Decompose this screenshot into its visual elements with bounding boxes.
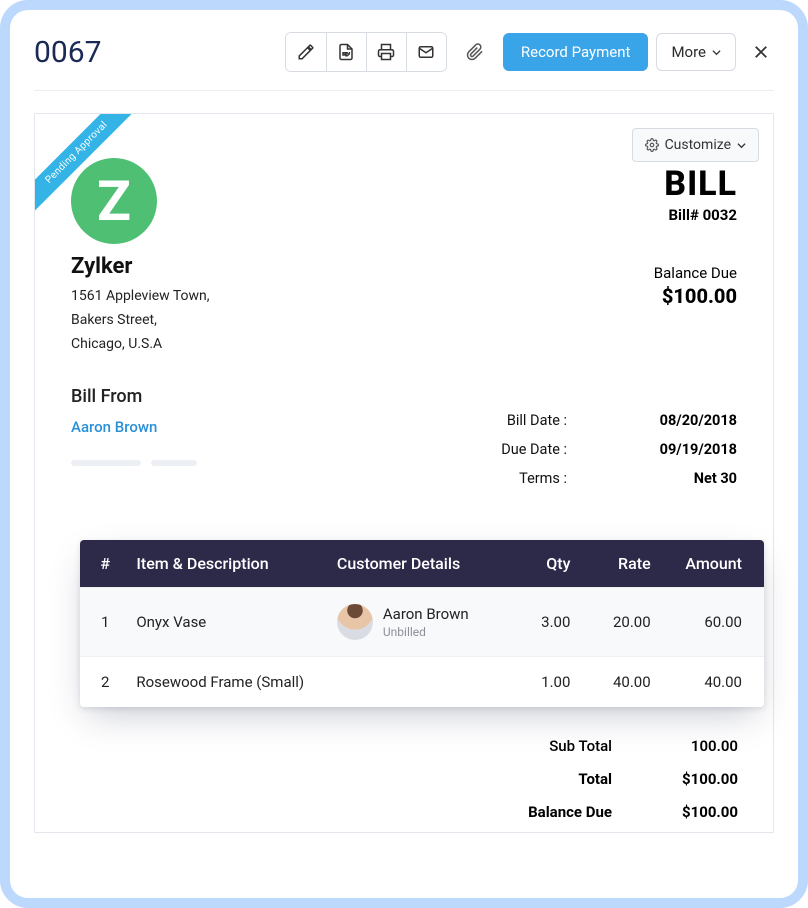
bill-from-heading: Bill From: [71, 386, 197, 407]
caret-down-icon: [712, 48, 721, 57]
col-amount: Amount: [663, 540, 764, 588]
gear-icon: [645, 138, 659, 152]
company-block: Z Zylker 1561 Appleview Town, Bakers Str…: [71, 158, 210, 356]
subtotal-value: 100.00: [648, 730, 738, 763]
edit-button[interactable]: [286, 33, 326, 71]
total-label: Total: [492, 763, 612, 796]
address-line: 1561 Appleview Town,: [71, 285, 210, 309]
page-title: 0067: [34, 35, 101, 70]
balance-due-value: $100.00: [648, 796, 738, 829]
close-icon: [752, 43, 770, 61]
placeholder-lines: [71, 460, 197, 466]
cell-customer: [325, 657, 515, 708]
bill-dates: Bill Date : 08/20/2018 Due Date : 09/19/…: [477, 386, 737, 493]
record-payment-button[interactable]: Record Payment: [503, 33, 649, 71]
cell-qty: 1.00: [515, 657, 583, 708]
company-logo: Z: [71, 158, 157, 244]
col-qty: Qty: [515, 540, 583, 588]
table-row[interactable]: 2 Rosewood Frame (Small) 1.00 40.00 40.0…: [80, 657, 764, 708]
customer-status: Unbilled: [383, 625, 469, 639]
company-name: Zylker: [71, 254, 210, 279]
terms-value: Net 30: [627, 464, 737, 493]
cell-item: Onyx Vase: [124, 588, 325, 657]
vendor-link[interactable]: Aaron Brown: [71, 418, 157, 436]
total-value: $100.00: [648, 763, 738, 796]
app-window: 0067: [0, 0, 808, 908]
totals-block: Sub Total 100.00 Total $100.00 Balance D…: [492, 730, 738, 829]
more-label: More: [671, 43, 706, 61]
items-table: # Item & Description Customer Details Qt…: [80, 540, 764, 707]
bill-from-block: Bill From Aaron Brown: [71, 386, 197, 493]
cell-num: 2: [80, 657, 124, 708]
col-number: #: [80, 540, 124, 588]
mail-icon: [417, 43, 435, 61]
bill-date-value: 08/20/2018: [627, 406, 737, 435]
terms-label: Terms :: [477, 464, 567, 493]
document-container: Pending Approval Customize Z Zylker 1561…: [34, 91, 774, 833]
customize-button[interactable]: Customize: [632, 128, 759, 162]
print-button[interactable]: [366, 33, 406, 71]
close-button[interactable]: [744, 39, 774, 65]
bill-title: BILL: [654, 164, 737, 204]
avatar: [337, 604, 373, 640]
cell-qty: 3.00: [515, 588, 583, 657]
printer-icon: [377, 43, 395, 61]
balance-due-amount: $100.00: [654, 284, 737, 308]
due-date-label: Due Date :: [477, 435, 567, 464]
cell-rate: 40.00: [582, 657, 662, 708]
company-address: 1561 Appleview Town, Bakers Street, Chic…: [71, 285, 210, 356]
action-icon-group: [285, 32, 447, 72]
attach-button[interactable]: [455, 33, 495, 71]
due-date-value: 09/19/2018: [627, 435, 737, 464]
pdf-button[interactable]: [326, 33, 366, 71]
cell-customer: Aaron Brown Unbilled: [325, 588, 515, 657]
col-rate: Rate: [582, 540, 662, 588]
table-header-row: # Item & Description Customer Details Qt…: [80, 540, 764, 588]
cell-amount: 40.00: [663, 657, 764, 708]
customer-name: Aaron Brown: [383, 605, 469, 623]
address-line: Bakers Street,: [71, 309, 210, 333]
subtotal-label: Sub Total: [492, 730, 612, 763]
cell-amount: 60.00: [663, 588, 764, 657]
pencil-icon: [297, 43, 315, 61]
bill-date-label: Bill Date :: [477, 406, 567, 435]
col-item: Item & Description: [124, 540, 325, 588]
cell-rate: 20.00: [582, 588, 662, 657]
bill-document: Pending Approval Customize Z Zylker 1561…: [34, 113, 774, 833]
balance-due-label: Balance Due: [654, 264, 737, 282]
more-button[interactable]: More: [656, 33, 736, 71]
col-customer: Customer Details: [325, 540, 515, 588]
cell-item: Rosewood Frame (Small): [124, 657, 325, 708]
bill-heading: BILL Bill# 0032 Balance Due $100.00: [654, 158, 737, 356]
address-line: Chicago, U.S.A: [71, 333, 210, 357]
paperclip-icon: [466, 43, 484, 61]
header-bar: 0067: [34, 28, 774, 91]
balance-due-label: Balance Due: [492, 796, 612, 829]
mail-button[interactable]: [406, 33, 446, 71]
cell-num: 1: [80, 588, 124, 657]
customize-label: Customize: [665, 137, 731, 153]
pdf-icon: [337, 43, 355, 61]
bill-number: Bill# 0032: [654, 206, 737, 224]
caret-down-icon: [737, 141, 746, 150]
table-row[interactable]: 1 Onyx Vase Aaron Brown Unbilled 3.00 20…: [80, 588, 764, 657]
